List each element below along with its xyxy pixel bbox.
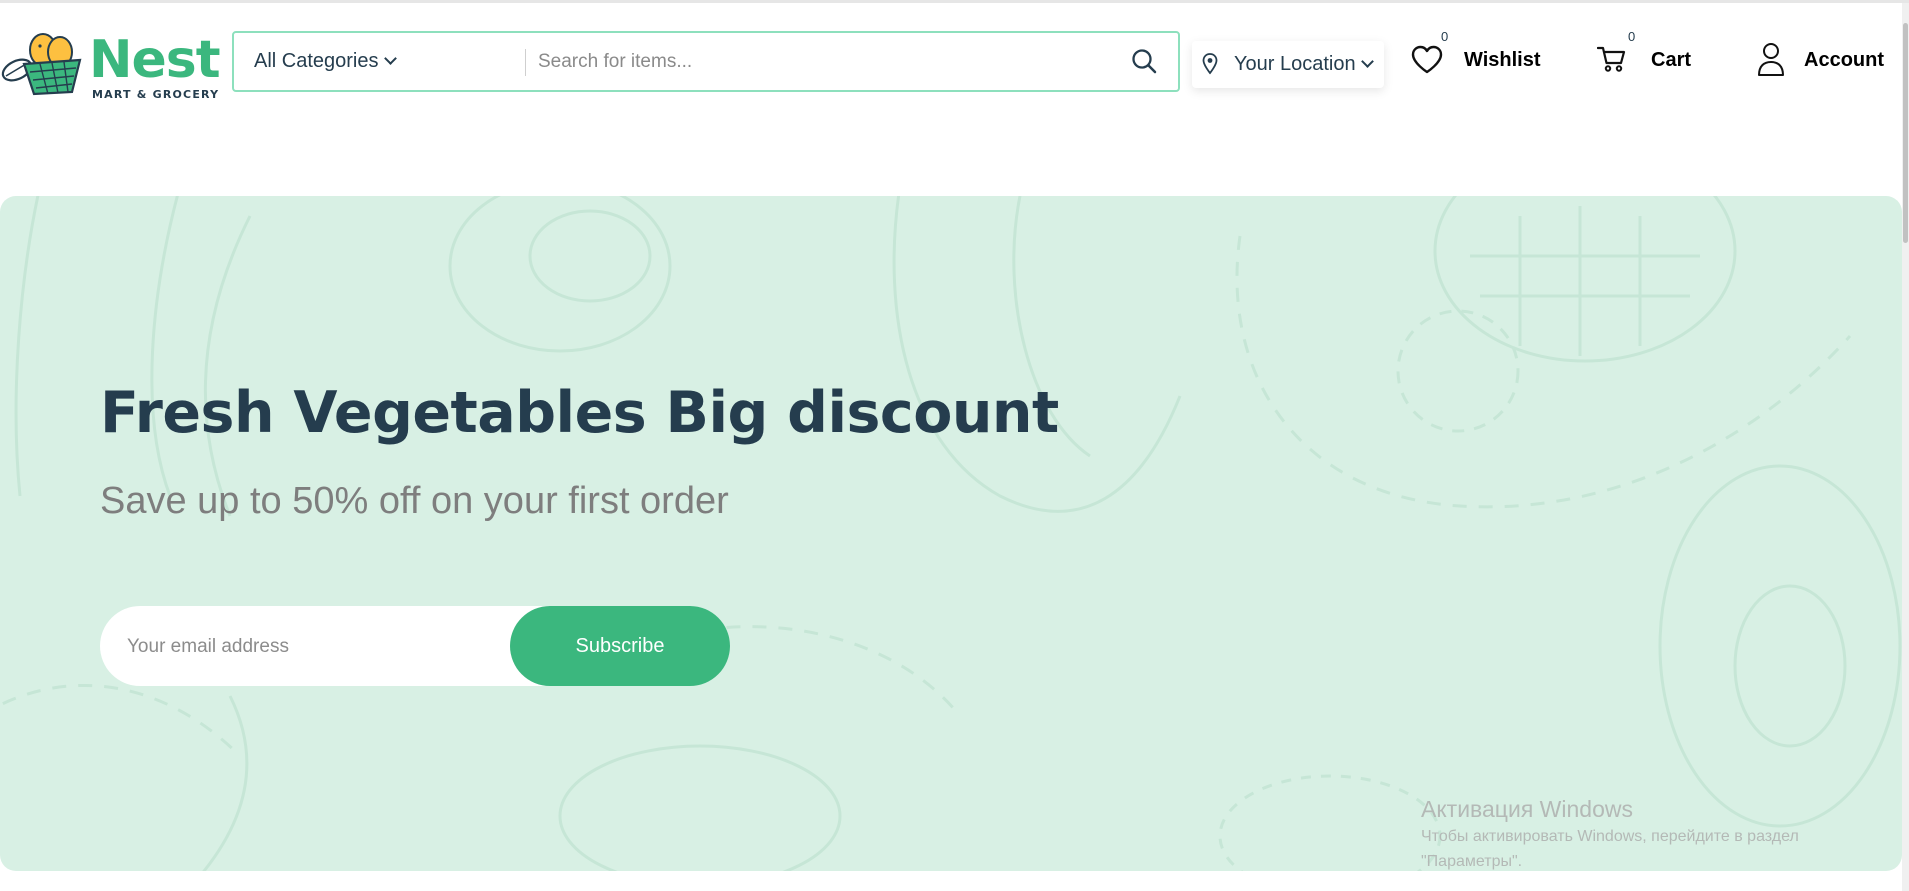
logo-basket-icon xyxy=(1,33,82,96)
cart-icon xyxy=(1597,46,1626,72)
wishlist-label: Wishlist xyxy=(1464,49,1541,71)
site-header: Nest MART & GROCERY All Categories Your … xyxy=(0,3,1909,123)
logo-tagline: MART & GROCERY xyxy=(92,88,220,101)
logo[interactable]: Nest MART & GROCERY xyxy=(0,28,221,108)
map-pin-icon xyxy=(1202,53,1218,75)
subscribe-button[interactable]: Subscribe xyxy=(510,606,730,686)
hero-title: Fresh Vegetables Big discount xyxy=(100,380,1059,446)
email-input[interactable] xyxy=(125,624,499,670)
category-select[interactable]: All Categories xyxy=(254,33,397,90)
scrollbar-thumb[interactable] xyxy=(1903,23,1908,243)
logo-name: Nest xyxy=(89,30,221,90)
search-divider xyxy=(525,49,526,76)
account-label: Account xyxy=(1804,49,1884,71)
wishlist-count: 0 xyxy=(1441,29,1449,44)
heart-icon xyxy=(1411,45,1443,74)
chevron-down-icon xyxy=(1360,55,1374,68)
cart-label: Cart xyxy=(1651,49,1692,71)
wishlist-link[interactable]: 0 Wishlist xyxy=(1410,29,1550,93)
page-scrollbar[interactable] xyxy=(1902,3,1909,891)
hero-subtitle: Save up to 50% off on your first order xyxy=(100,480,729,522)
location-select[interactable]: Your Location xyxy=(1192,41,1384,88)
location-label: Your Location xyxy=(1234,53,1356,75)
account-link[interactable]: Account xyxy=(1756,33,1896,93)
cart-count: 0 xyxy=(1628,29,1636,44)
search-bar: All Categories xyxy=(232,31,1180,92)
chevron-down-icon xyxy=(383,52,397,65)
watermark-title: Активация Windows xyxy=(1421,796,1633,822)
category-select-label: All Categories xyxy=(254,50,379,72)
user-icon xyxy=(1758,43,1784,76)
search-input[interactable] xyxy=(536,41,1100,83)
hero-banner: Fresh Vegetables Big discount Save up to… xyxy=(0,196,1902,871)
cart-link[interactable]: 0 Cart xyxy=(1597,29,1697,93)
vegetable-pattern-background xyxy=(0,196,1902,871)
watermark-text: Чтобы активировать Windows, перейдите в … xyxy=(1421,828,1799,845)
subscribe-form: Subscribe xyxy=(100,606,730,686)
watermark-text-2: "Параметры". xyxy=(1421,853,1523,870)
windows-activation-watermark: Активация Windows Чтобы активировать Win… xyxy=(1421,794,1799,874)
search-icon[interactable] xyxy=(1130,47,1158,75)
